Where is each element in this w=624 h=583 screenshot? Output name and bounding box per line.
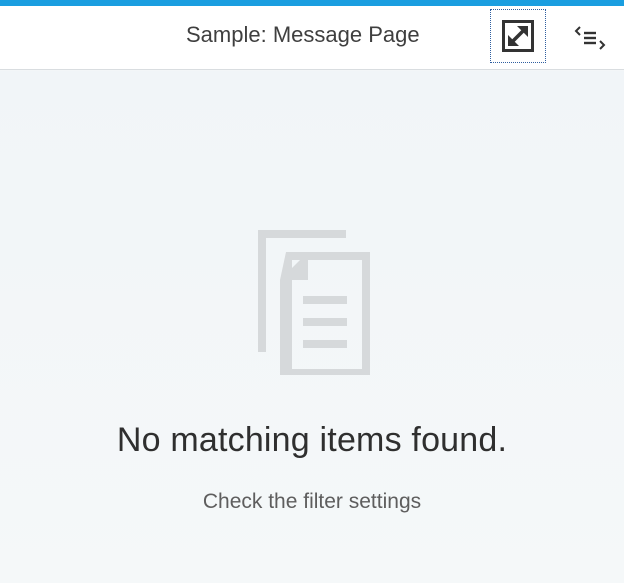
- message-description: Check the filter settings: [202, 490, 422, 513]
- page-header: Sample: Message Page: [0, 6, 624, 70]
- view-source-button[interactable]: [568, 18, 612, 58]
- message-page-content: No matching items found. Check the filte…: [0, 71, 624, 583]
- view-source-icon: [574, 26, 606, 50]
- page-title: Sample: Message Page: [186, 22, 420, 47]
- message-title: No matching items found.: [116, 421, 508, 459]
- documents-icon: [258, 230, 370, 375]
- fullscreen-button[interactable]: [490, 9, 546, 63]
- fullscreen-expand-icon: [502, 20, 534, 52]
